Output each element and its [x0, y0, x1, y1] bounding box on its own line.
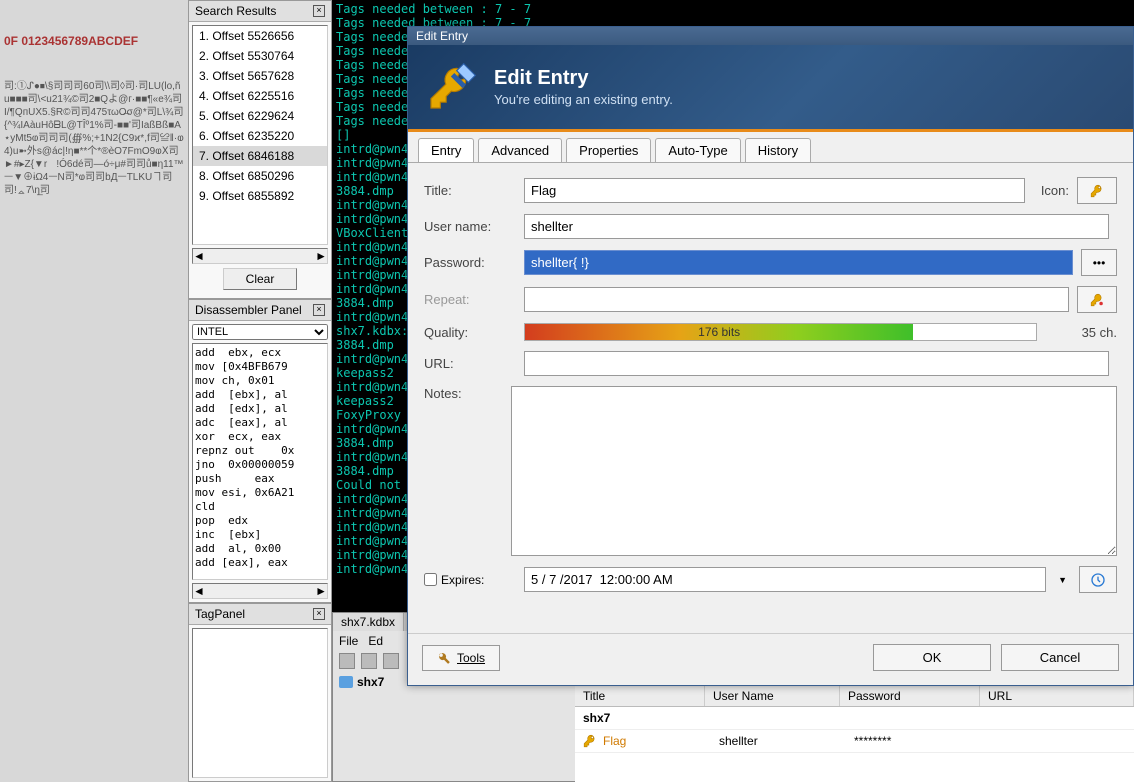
quality-chars: 35 ch. — [1047, 325, 1117, 340]
dialog-banner: Edit Entry You're editing an existing en… — [408, 45, 1133, 132]
ok-button[interactable]: OK — [873, 644, 991, 671]
banner-subtitle: You're editing an existing entry. — [494, 92, 673, 107]
col-username[interactable]: User Name — [705, 686, 840, 706]
expires-input[interactable] — [524, 567, 1046, 592]
tab-autotype[interactable]: Auto-Type — [655, 138, 740, 162]
group-name: shx7 — [357, 675, 384, 689]
side-panels: Search Results × 1. Offset 55266562. Off… — [188, 0, 332, 782]
entry-table-header: Title User Name Password URL — [575, 686, 1134, 707]
search-result-item[interactable]: 4. Offset 6225516 — [193, 86, 327, 106]
toolbar-icon[interactable] — [361, 653, 377, 669]
disassembler-code: add ebx, ecx mov [0x4BFB679 mov ch, 0x01… — [192, 343, 328, 580]
clear-button[interactable]: Clear — [223, 268, 298, 290]
entry-title: Flag — [603, 734, 719, 748]
hex-noise: 司:①ᔑ●⏹\§司司司60司\\司◊司·司LU(lo,ñu■■■司\<u21¾©… — [4, 80, 184, 197]
search-result-item[interactable]: 1. Offset 5526656 — [193, 26, 327, 46]
dialog-tabs: Entry Advanced Properties Auto-Type Hist… — [408, 132, 1133, 163]
dialog-footer: Tools OK Cancel — [408, 633, 1133, 685]
tag-panel-body — [192, 628, 328, 778]
expires-preset-button[interactable] — [1079, 566, 1117, 593]
toolbar-icon[interactable] — [339, 653, 355, 669]
tab-entry[interactable]: Entry — [418, 138, 474, 162]
generate-password-button[interactable] — [1077, 286, 1117, 313]
tab-history[interactable]: History — [745, 138, 811, 162]
col-password[interactable]: Password — [840, 686, 980, 706]
label-icon: Icon: — [1041, 183, 1069, 198]
show-password-button[interactable]: ••• — [1081, 249, 1117, 276]
disassembler-close-icon[interactable]: × — [313, 304, 325, 316]
toolbar-icon[interactable] — [383, 653, 399, 669]
folder-icon — [339, 676, 353, 688]
col-title[interactable]: Title — [575, 686, 705, 706]
edit-entry-dialog: Edit Entry Edit Entry You're editing an … — [407, 26, 1134, 686]
menu-edit[interactable]: Ed — [368, 634, 383, 648]
disassembler-mode-select[interactable]: INTEL — [192, 324, 328, 340]
key-icon — [583, 734, 597, 748]
disassembler-title: Disassembler Panel — [195, 303, 302, 317]
banner-title: Edit Entry — [494, 67, 673, 90]
search-result-item[interactable]: 2. Offset 5530764 — [193, 46, 327, 66]
dropdown-icon[interactable]: ▼ — [1054, 575, 1071, 585]
tag-panel-title: TagPanel — [195, 607, 245, 621]
entry-password: ******** — [854, 734, 994, 748]
hex-header: 0F 0123456789ABCDEF — [4, 34, 184, 48]
entry-table: Title User Name Password URL shx7 Flag s… — [575, 685, 1134, 782]
disasm-scrollbar[interactable]: ◄► — [192, 583, 328, 599]
search-results-title: Search Results — [195, 4, 276, 18]
label-password: Password: — [424, 255, 524, 270]
menu-file[interactable]: File — [339, 634, 358, 648]
search-results-close-icon[interactable]: × — [313, 5, 325, 17]
title-input[interactable] — [524, 178, 1025, 203]
url-input[interactable] — [524, 351, 1109, 376]
password-input[interactable]: shellter{ !} — [524, 250, 1073, 275]
search-results-panel: Search Results × 1. Offset 55266562. Off… — [188, 0, 332, 299]
tag-panel-close-icon[interactable]: × — [313, 608, 325, 620]
search-results-list[interactable]: 1. Offset 55266562. Offset 55307643. Off… — [192, 25, 328, 245]
col-url[interactable]: URL — [980, 686, 1134, 706]
quality-bits: 176 bits — [698, 325, 740, 339]
label-expires: Expires: — [441, 573, 484, 587]
expires-checkbox[interactable] — [424, 573, 437, 586]
notes-textarea[interactable] — [511, 386, 1117, 556]
quality-bar: 176 bits — [524, 323, 1037, 341]
search-result-item[interactable]: 8. Offset 6850296 — [193, 166, 327, 186]
keepass-tab[interactable]: shx7.kdbx — [333, 613, 404, 631]
label-username: User name: — [424, 219, 524, 234]
repeat-input[interactable] — [524, 287, 1069, 312]
search-result-item[interactable]: 7. Offset 6846188 — [193, 146, 327, 166]
label-notes: Notes: — [424, 386, 511, 401]
icon-button[interactable] — [1077, 177, 1117, 204]
tag-panel: TagPanel × — [188, 603, 332, 782]
horizontal-scrollbar[interactable]: ◄► — [192, 248, 328, 264]
dialog-titlebar[interactable]: Edit Entry — [408, 27, 1133, 45]
table-group-row[interactable]: shx7 — [575, 707, 1134, 730]
hex-viewer: 0F 0123456789ABCDEF 司:①ᔑ●⏹\§司司司60司\\司◊司·… — [0, 0, 188, 782]
tab-properties[interactable]: Properties — [566, 138, 651, 162]
label-repeat: Repeat: — [424, 292, 524, 307]
label-url: URL: — [424, 356, 524, 371]
tab-advanced[interactable]: Advanced — [478, 138, 562, 162]
entry-username: shellter — [719, 734, 854, 748]
search-result-item[interactable]: 6. Offset 6235220 — [193, 126, 327, 146]
key-pencil-icon — [424, 59, 480, 115]
tools-button[interactable]: Tools — [422, 645, 500, 671]
label-title: Title: — [424, 183, 524, 198]
search-result-item[interactable]: 9. Offset 6855892 — [193, 186, 327, 206]
search-result-item[interactable]: 3. Offset 5657628 — [193, 66, 327, 86]
cancel-button[interactable]: Cancel — [1001, 644, 1119, 671]
disassembler-panel: Disassembler Panel × INTEL add ebx, ecx … — [188, 299, 332, 603]
table-row[interactable]: Flag shellter ******** — [575, 730, 1134, 753]
label-quality: Quality: — [424, 325, 524, 340]
username-input[interactable] — [524, 214, 1109, 239]
entry-form: Title: Icon: User name: Password: shellt… — [408, 163, 1133, 633]
search-result-item[interactable]: 5. Offset 6229624 — [193, 106, 327, 126]
